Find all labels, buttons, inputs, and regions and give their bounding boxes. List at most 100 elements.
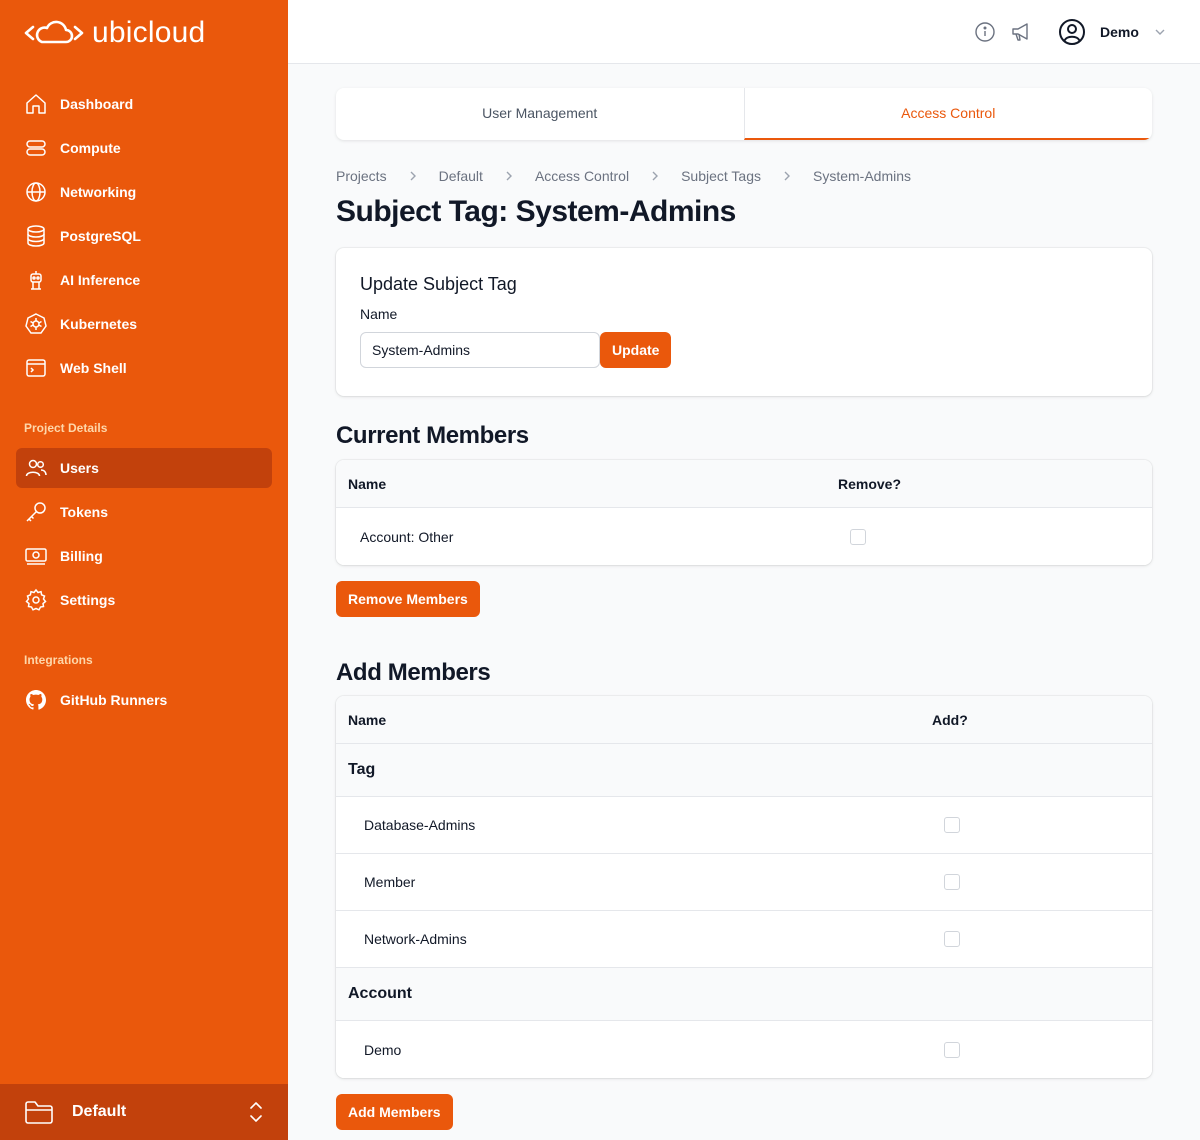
sidebar-item-users[interactable]: Users xyxy=(16,448,272,488)
sidebar-item-label: Networking xyxy=(60,184,137,200)
sidebar-item-settings[interactable]: Settings xyxy=(16,580,272,620)
users-icon xyxy=(25,459,47,477)
integrations-nav: GitHub Runners xyxy=(16,680,272,724)
chevron-up-down-icon xyxy=(250,1102,262,1122)
sidebar-item-compute[interactable]: Compute xyxy=(16,128,272,168)
add-checkbox[interactable] xyxy=(944,817,960,833)
group-row-tag: Tag xyxy=(336,744,1152,797)
remove-members-button[interactable]: Remove Members xyxy=(336,581,480,617)
sidebar-item-dashboard[interactable]: Dashboard xyxy=(16,84,272,124)
sidebar: ubicloud Dashboard Compute Networking Po… xyxy=(0,0,288,1140)
table-row: Demo xyxy=(336,1021,1152,1078)
globe-icon xyxy=(26,182,46,202)
breadcrumb-projects[interactable]: Projects xyxy=(336,168,387,184)
server-icon xyxy=(26,140,46,156)
sidebar-item-github-runners[interactable]: GitHub Runners xyxy=(16,680,272,720)
key-icon xyxy=(26,502,46,522)
table-row: Network-Admins xyxy=(336,911,1152,968)
breadcrumb-default[interactable]: Default xyxy=(439,168,483,184)
chevron-down-icon xyxy=(1155,29,1165,35)
candidate-name: Network-Admins xyxy=(364,931,467,947)
banknote-icon xyxy=(25,548,47,565)
sidebar-item-label: Kubernetes xyxy=(60,316,138,332)
update-button[interactable]: Update xyxy=(600,332,672,368)
info-icon[interactable] xyxy=(973,20,997,44)
tab-access-control[interactable]: Access Control xyxy=(743,88,1152,140)
top-header: Demo xyxy=(288,0,1200,64)
sidebar-item-label: Tokens xyxy=(60,504,108,520)
project-switcher[interactable]: Default xyxy=(0,1084,288,1140)
chevron-right-icon xyxy=(761,170,813,182)
add-members-title: Add Members xyxy=(336,659,491,686)
sidebar-item-tokens[interactable]: Tokens xyxy=(16,492,272,532)
card-title: Update Subject Tag xyxy=(360,274,517,294)
sidebar-item-label: GitHub Runners xyxy=(60,692,168,708)
user-menu[interactable]: Demo xyxy=(1058,16,1167,48)
chevron-right-icon xyxy=(483,170,535,182)
gear-icon xyxy=(25,588,47,611)
chevron-right-icon xyxy=(387,170,439,182)
section-heading-integrations: Integrations xyxy=(24,653,93,667)
name-label: Name xyxy=(360,306,398,322)
breadcrumb-access-control[interactable]: Access Control xyxy=(535,168,629,184)
add-members-table: Name Add? Tag Database-Admins Member Net… xyxy=(336,696,1152,1078)
sidebar-item-label: Users xyxy=(60,460,99,476)
kubernetes-icon xyxy=(25,313,47,334)
main-nav: Dashboard Compute Networking PostgreSQL … xyxy=(16,84,272,392)
add-checkbox[interactable] xyxy=(944,931,960,947)
sidebar-item-billing[interactable]: Billing xyxy=(16,536,272,576)
tab-bar: User Management Access Control xyxy=(336,88,1152,140)
cloud-logo-icon xyxy=(24,20,84,44)
table-header: Name Add? xyxy=(336,696,1152,744)
add-checkbox[interactable] xyxy=(944,1041,960,1058)
current-members-table: Name Remove? Account: Other xyxy=(336,460,1152,565)
sidebar-item-label: Dashboard xyxy=(60,96,134,112)
breadcrumb-system-admins[interactable]: System-Admins xyxy=(813,168,911,184)
table-row: Database-Admins xyxy=(336,797,1152,854)
name-input[interactable] xyxy=(360,332,600,368)
github-icon xyxy=(26,690,47,710)
sidebar-item-label: Billing xyxy=(60,548,103,564)
group-row-account: Account xyxy=(336,968,1152,1021)
add-checkbox[interactable] xyxy=(944,874,960,890)
ubicloud-logo[interactable]: ubicloud xyxy=(24,16,205,50)
user-avatar-icon xyxy=(1059,19,1085,45)
robot-icon xyxy=(30,271,42,290)
sidebar-item-label: Compute xyxy=(60,140,121,156)
tab-user-management[interactable]: User Management xyxy=(336,88,744,140)
current-members-title: Current Members xyxy=(336,422,529,449)
database-icon xyxy=(27,225,45,247)
candidate-name: Database-Admins xyxy=(364,817,476,833)
project-details-nav: Project Details xyxy=(16,418,272,438)
sidebar-item-ai-inference[interactable]: AI Inference xyxy=(16,260,272,300)
section-heading-project-details: Project Details xyxy=(24,421,108,435)
column-header-add: Add? xyxy=(932,711,968,728)
breadcrumb: Projects Default Access Control Subject … xyxy=(336,166,1152,186)
integrations-heading-wrap: Integrations xyxy=(16,650,272,670)
chevron-right-icon xyxy=(629,170,681,182)
update-form-row: Update xyxy=(360,332,1128,368)
home-icon xyxy=(26,94,46,114)
add-members-button[interactable]: Add Members xyxy=(336,1094,453,1130)
sidebar-item-web-shell[interactable]: Web Shell xyxy=(16,348,272,388)
page-title: Subject Tag: System-Admins xyxy=(336,195,736,228)
sidebar-item-networking[interactable]: Networking xyxy=(16,172,272,212)
breadcrumb-subject-tags[interactable]: Subject Tags xyxy=(681,168,761,184)
remove-checkbox[interactable] xyxy=(850,528,866,545)
table-row: Account: Other xyxy=(336,508,1152,565)
column-header-name: Name xyxy=(348,475,387,492)
sidebar-item-label: Web Shell xyxy=(60,360,127,376)
sidebar-item-label: PostgreSQL xyxy=(60,228,141,244)
user-name: Demo xyxy=(1100,24,1139,40)
terminal-icon xyxy=(26,359,46,377)
sidebar-item-label: AI Inference xyxy=(60,272,141,288)
megaphone-icon[interactable] xyxy=(1009,20,1033,44)
table-header: Name Remove? xyxy=(336,460,1152,508)
sidebar-item-postgresql[interactable]: PostgreSQL xyxy=(16,216,272,256)
project-name: Default xyxy=(72,1103,127,1120)
update-subject-tag-card: Update Subject Tag Name Update xyxy=(336,248,1152,396)
main-content: User Management Access Control Projects … xyxy=(336,88,1152,1130)
folder-icon xyxy=(25,1101,53,1124)
sidebar-item-kubernetes[interactable]: Kubernetes xyxy=(16,304,272,344)
brand-name: ubicloud xyxy=(92,16,206,49)
